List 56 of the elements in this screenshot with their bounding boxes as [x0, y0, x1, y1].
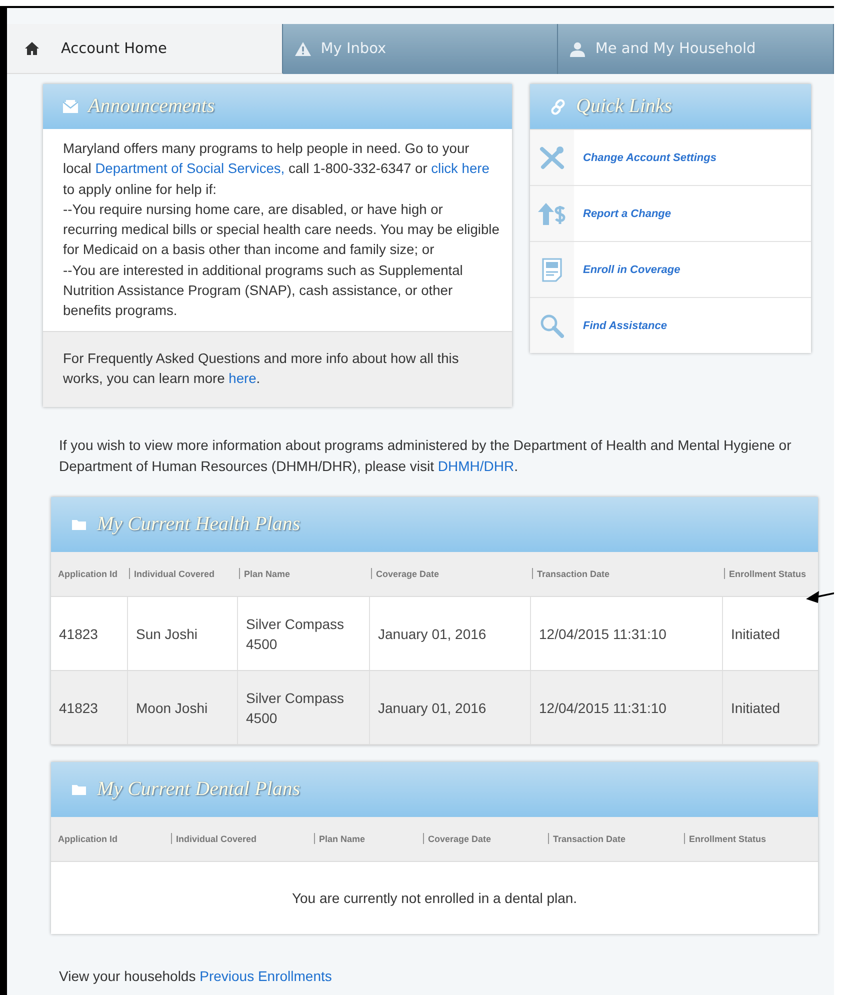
column-header: Enrollment Status [689, 834, 766, 844]
folder-icon [71, 518, 87, 532]
paragraph: For Frequently Asked Questions and more info about how all this works, you can learn more here. [63, 350, 460, 388]
table-cell-text: Silver Compass 4500 [246, 614, 346, 654]
table-cell-text: January 01, 2016 [378, 698, 486, 718]
paragraph: --You are interested in additional programs such as Supplemental Nutrition Assistance Program (SNAP), cash assistance, or other benefits programs. [63, 262, 464, 320]
panel-title: My Current Health Plans [97, 513, 300, 536]
table-cell-text: 41823 [59, 624, 98, 644]
panel-title: Quick Links [576, 95, 672, 118]
envelope-icon [63, 100, 78, 113]
tools-icon [539, 146, 565, 170]
column-header: Individual Covered [176, 834, 257, 844]
column-header: Transaction Date [537, 569, 610, 580]
table-cell-text: Silver Compass 4500 [246, 688, 346, 728]
column-header: Transaction Date [553, 834, 626, 844]
paragraph: Maryland offers many programs to help people in need. Go to your local Department of Social Services, call 1-800-332-6347 or click here to apply online for help if: [63, 140, 490, 199]
link[interactable]: click here [431, 161, 490, 176]
quick-link[interactable]: Change Account Settings [583, 152, 716, 164]
table-cell-text: Moon Joshi [136, 698, 208, 718]
search-icon [540, 314, 564, 338]
column-header: Enrollment Status [729, 569, 806, 580]
person-icon [570, 42, 586, 56]
chain-link-icon [550, 98, 566, 114]
column-header: Coverage Date [428, 834, 492, 844]
tab[interactable]: Account Home [7, 24, 283, 74]
table-cell-text: Initiated [731, 698, 780, 718]
panel-title: Announcements [88, 95, 215, 118]
link[interactable]: here [228, 370, 256, 386]
paragraph: If you wish to view more information about programs administered by the Department of Health and Mental Hygiene or Department of Human Resources (DHMH/DHR), please visit DHMH/DHR. [59, 436, 792, 476]
table-cell-text: January 01, 2016 [378, 624, 486, 644]
empty-message: You are currently not enrolled in a dental plan. [292, 890, 578, 906]
up-arrow-dollar-icon [538, 202, 566, 224]
column-header: Application Id [58, 834, 118, 844]
column-header: Coverage Date [376, 569, 440, 580]
link[interactable]: DHMH/DHR [438, 458, 514, 474]
paragraph: --You require nursing home care, are disabled, or have high or recurring medical bills or special health care needs. You may be eligible for Medicaid on a basis other than income and family size; or [63, 200, 500, 260]
column-header: Plan Name [244, 569, 290, 580]
column-header: Plan Name [319, 834, 366, 844]
table-cell-text: Initiated [731, 624, 780, 644]
home-icon [25, 42, 39, 55]
quick-link[interactable]: Enroll in Coverage [583, 264, 680, 276]
panel-title: My Current Dental Plans [97, 778, 300, 802]
column-header: Application Id [58, 569, 118, 580]
warning-icon [294, 42, 311, 56]
table-cell-text: Sun Joshi [136, 624, 198, 644]
quick-link[interactable]: Find Assistance [583, 320, 667, 332]
table-cell-text: 12/04/2015 11:31:10 [539, 698, 666, 718]
table-cell-text: 41823 [59, 698, 98, 718]
link[interactable]: Department of Social Services, [95, 161, 285, 176]
folder-icon [71, 783, 87, 796]
table-cell-text: 12/04/2015 11:31:10 [539, 624, 666, 644]
quick-link[interactable]: Report a Change [583, 208, 672, 220]
column-header: Individual Covered [134, 569, 215, 580]
paragraph: View your households Previous Enrollments [59, 967, 333, 986]
link[interactable]: Previous Enrollments [200, 968, 332, 984]
document-icon [542, 258, 562, 282]
